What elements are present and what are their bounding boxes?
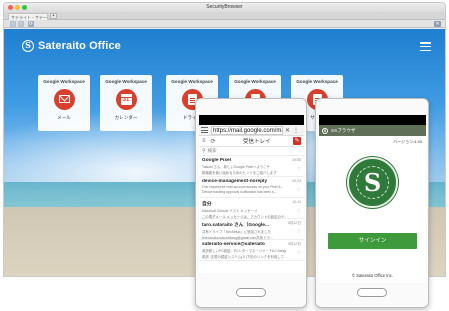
url-field[interactable]: https://mail.google.com/mail/ (211, 125, 283, 135)
mail-time: 10:11 (292, 200, 301, 204)
mail-time: 10:55 (292, 158, 301, 162)
hamburger-menu-icon[interactable] (420, 42, 431, 52)
mail-list-item[interactable]: sateraito-service@sateraito 4月12日 英訳新しいP… (199, 240, 304, 261)
phone-login: S SSブラウザ バージョン:4.93 S サインイン © Sateraito … (315, 98, 429, 308)
app-tile-header: Google Workspace (43, 79, 85, 84)
window-title: SecurityBrowser (206, 4, 243, 10)
mail-sender: 自分 (202, 202, 212, 207)
emblem-letter: S (363, 168, 382, 197)
mail-sender: taro.satoraito さん（Google... (202, 223, 269, 228)
app-bar-title: SSブラウザ (331, 127, 356, 133)
copyright-text: © Sateraito Office Inc. (352, 273, 393, 278)
mail-subject: One request for mail account access on y… (202, 185, 284, 189)
version-text: バージョン:4.93 (393, 139, 422, 144)
tab-bar: サテライト・サテー... + (4, 12, 445, 20)
star-icon[interactable]: ☆ (297, 250, 301, 256)
status-bar (199, 115, 304, 125)
mail-menu-icon[interactable]: ≡ (202, 138, 206, 144)
mail-search[interactable]: ⚲ 検索 (199, 147, 304, 156)
mail-snippet: 新機能を使い始めるためのヒントをご紹介します (202, 171, 277, 175)
mail-list-item[interactable]: taro.satoraito さん（Google... 4月12日 共有ドライブ… (199, 219, 304, 240)
close-page-button[interactable]: ✕ (434, 21, 441, 27)
status-bar (319, 115, 426, 125)
phone-home-button[interactable] (236, 288, 266, 297)
phone-mail: https://mail.google.com/mail/ ✕ ⋮ ≡ ⟳ 受信… (195, 98, 307, 308)
phone-home-button[interactable] (357, 288, 387, 297)
mail-sender: sateraito-service@sateraito (202, 242, 265, 247)
mail-snippet: 英訳 :正規の認証システム(人)下記のリンクを利用して... (202, 255, 286, 259)
mail-subject: Tatsuki さん、新しいGoogle Pixelへようこそ (202, 165, 271, 169)
app-tile-label: カレンダー (114, 115, 138, 120)
title-bar: SecurityBrowser (4, 3, 445, 12)
forward-button[interactable]: › (18, 21, 24, 27)
close-icon[interactable]: ✕ (285, 127, 290, 134)
browser-toolbar: ‹ › ⟳ ✕ (4, 20, 445, 28)
app-tile-header: Google Workspace (234, 79, 276, 84)
search-placeholder: 検索 (207, 148, 217, 153)
phone-login-screen: S SSブラウザ バージョン:4.93 S サインイン © Sateraito … (319, 115, 426, 283)
app-logo-icon: S (322, 127, 328, 134)
app-tile-header: Google Workspace (296, 79, 338, 84)
reload-button[interactable]: ⟳ (28, 21, 34, 27)
back-button[interactable]: ‹ (10, 21, 16, 27)
app-tile-header: Google Workspace (171, 79, 213, 84)
phone-mail-screen: https://mail.google.com/mail/ ✕ ⋮ ≡ ⟳ 受信… (199, 115, 304, 273)
mail-time: 4月12日 (287, 221, 301, 225)
app-tile-header: Google Workspace (105, 79, 147, 84)
app-tile-label: メール (57, 115, 71, 120)
inbox-title: 受信トレイ (243, 139, 271, 145)
refresh-icon[interactable]: ⟳ (211, 138, 216, 145)
star-icon[interactable]: ☆ (297, 187, 301, 193)
mail-sender: Google Pixel (202, 158, 232, 163)
more-icon[interactable]: ⋮ (293, 127, 299, 134)
menu-icon[interactable] (201, 127, 208, 133)
mail-icon (53, 89, 75, 110)
sateraito-emblem-icon: S (347, 157, 398, 208)
mail-subject: Microsoft Outlook テスト メッセージ (202, 209, 258, 213)
calendar-icon: 31 (115, 89, 137, 110)
star-icon[interactable]: ☆ (297, 229, 301, 235)
mail-sender: device-management-noreply (202, 179, 268, 184)
compose-icon[interactable]: ✎ (293, 137, 301, 145)
signin-button[interactable]: サインイン (328, 233, 417, 249)
mail-subject: 英訳新しいPC認証：PCレターマネージャー Fin Change... (202, 249, 286, 253)
brand-logo[interactable]: S Sateraito Office (22, 39, 121, 53)
star-icon[interactable]: ☆ (297, 208, 301, 214)
mail-time: 4月12日 (287, 242, 301, 246)
mail-list-item[interactable]: Google Pixel 10:55 Tatsuki さん、新しいGoogle … (199, 156, 304, 177)
mail-header: ≡ ⟳ 受信トレイ ✎ (199, 136, 304, 147)
mail-snippet: Device tracking approval notification ha… (202, 190, 277, 194)
stage: SecurityBrowser サテライト・サテー... + ‹ › ⟳ ✕ S… (0, 0, 449, 311)
mail-subject: 共有ドライブ「SecSetup」に追加されました (202, 230, 271, 234)
logo-s-icon: S (22, 40, 34, 52)
new-tab-button[interactable]: + (50, 13, 57, 19)
mail-time: 10:24 (292, 179, 301, 183)
tab-sateraito[interactable]: サテライト・サテー... (8, 13, 48, 20)
brand-name: Sateraito Office (38, 40, 121, 52)
app-bar: S SSブラウザ (319, 125, 426, 136)
app-tile-mail[interactable]: Google Workspace メール (38, 75, 90, 131)
mail-list-item[interactable]: 自分 10:11 Microsoft Outlook テスト メッセージ この電… (199, 198, 304, 219)
mail-list-item[interactable]: device-management-noreply 10:24 One requ… (199, 177, 304, 198)
app-tile-calendar[interactable]: Google Workspace 31 カレンダー (100, 75, 152, 131)
mobile-url-bar: https://mail.google.com/mail/ ✕ ⋮ (199, 125, 304, 136)
search-icon: ⚲ (202, 148, 206, 154)
star-icon[interactable]: ☆ (297, 166, 301, 172)
